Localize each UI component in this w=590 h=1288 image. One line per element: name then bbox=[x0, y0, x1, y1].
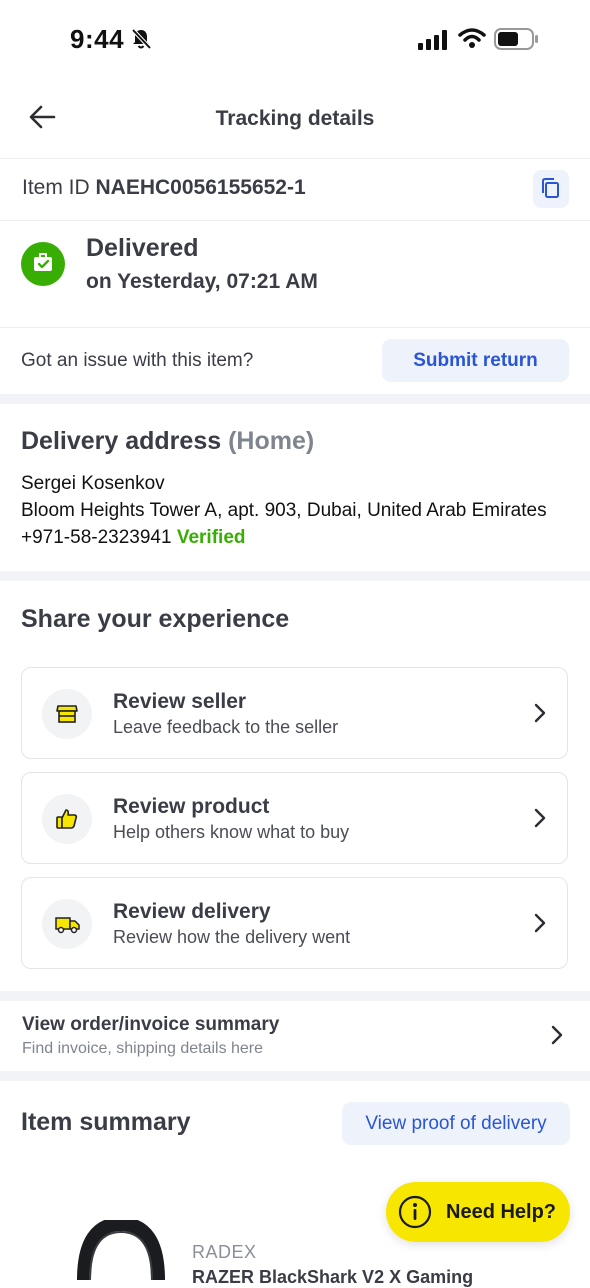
delivery-address-heading: Delivery address (Home) bbox=[21, 427, 314, 456]
delivery-time: on Yesterday, 07:21 AM bbox=[86, 270, 318, 293]
chevron-right-icon bbox=[533, 807, 547, 834]
status-time: 9:44 bbox=[70, 24, 125, 54]
view-proof-of-delivery-button[interactable]: View proof of delivery bbox=[342, 1102, 570, 1145]
chevron-right-icon bbox=[550, 1024, 564, 1051]
thumbs-up-icon bbox=[42, 794, 92, 844]
page-title: Tracking details bbox=[215, 107, 375, 130]
submit-return-button[interactable]: Submit return bbox=[382, 339, 569, 382]
review-seller-card[interactable]: Review seller Leave feedback to the sell… bbox=[21, 667, 568, 759]
need-help-label: Need Help? bbox=[446, 1200, 557, 1223]
delivery-address-title: Delivery address bbox=[21, 427, 222, 455]
phone-line: +971-58-2323941 Verified bbox=[21, 527, 246, 549]
chevron-right-icon bbox=[533, 702, 547, 729]
battery-icon bbox=[494, 28, 540, 55]
address-line: Bloom Heights Tower A, apt. 903, Dubai, … bbox=[21, 500, 547, 521]
bell-muted-icon bbox=[130, 28, 152, 55]
chevron-right-icon bbox=[533, 912, 547, 939]
address-tag: (Home) bbox=[228, 427, 315, 455]
item-summary-heading: Item summary bbox=[21, 1108, 191, 1136]
product-name: RAZER BlackShark V2 X Gaming bbox=[192, 1267, 474, 1287]
review-product-subtitle: Help others know what to buy bbox=[113, 822, 350, 842]
section-divider bbox=[0, 394, 590, 404]
review-seller-title: Review seller bbox=[113, 690, 247, 713]
item-id: Item ID NAEHC0056155652-1 bbox=[22, 176, 306, 200]
item-id-value: NAEHC0056155652-1 bbox=[95, 176, 306, 199]
section-divider bbox=[0, 571, 590, 581]
delivered-status-icon bbox=[21, 242, 65, 286]
section-divider bbox=[0, 1071, 590, 1081]
product-image bbox=[76, 1216, 166, 1285]
recipient-name: Sergei Kosenkov bbox=[21, 473, 165, 494]
delivery-truck-icon bbox=[42, 899, 92, 949]
invoice-summary-title: View order/invoice summary bbox=[22, 1014, 280, 1035]
shop-icon bbox=[42, 689, 92, 739]
wifi-icon bbox=[458, 27, 486, 54]
phone-number: +971-58-2323941 bbox=[21, 527, 172, 548]
review-product-card[interactable]: Review product Help others know what to … bbox=[21, 772, 568, 864]
item-id-label: Item ID bbox=[22, 176, 96, 199]
review-product-title: Review product bbox=[113, 795, 270, 818]
invoice-summary-subtitle: Find invoice, shipping details here bbox=[22, 1040, 264, 1057]
cellular-signal-icon bbox=[418, 30, 450, 55]
delivery-status: Delivered bbox=[86, 234, 199, 262]
review-delivery-subtitle: Review how the delivery went bbox=[113, 927, 351, 947]
copy-icon bbox=[542, 178, 559, 198]
review-delivery-title: Review delivery bbox=[113, 900, 271, 923]
review-seller-subtitle: Leave feedback to the seller bbox=[113, 717, 339, 737]
need-help-button[interactable]: Need Help? bbox=[386, 1182, 570, 1242]
share-experience-heading: Share your experience bbox=[21, 605, 290, 633]
info-icon bbox=[398, 1195, 432, 1229]
review-delivery-card[interactable]: Review delivery Review how the delivery … bbox=[21, 877, 568, 969]
copy-button[interactable] bbox=[533, 170, 569, 208]
verified-badge: Verified bbox=[176, 527, 246, 548]
product-brand: RADEX bbox=[192, 1242, 257, 1262]
issue-question: Got an issue with this item? bbox=[21, 350, 254, 371]
